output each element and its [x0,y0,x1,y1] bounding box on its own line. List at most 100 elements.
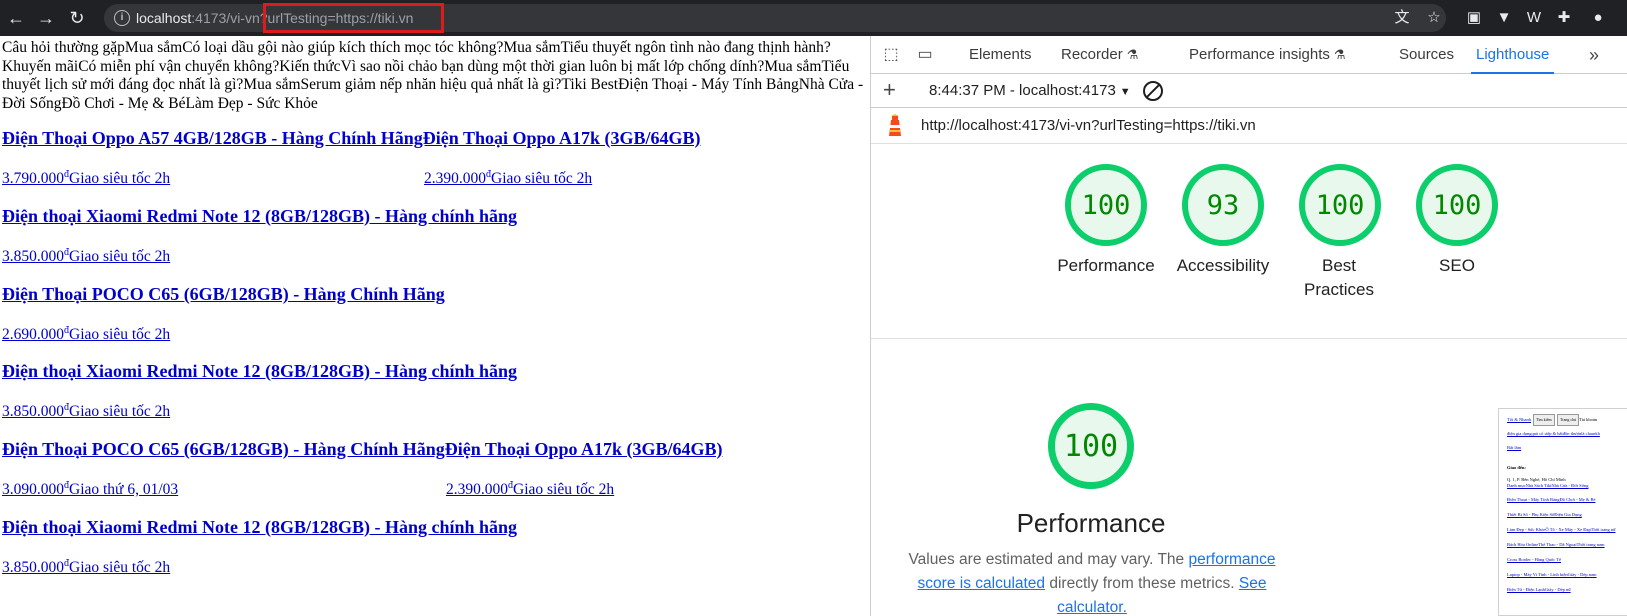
tab-recorder[interactable]: Recorder ⚗ [1061,36,1138,74]
product-title[interactable]: Điện Thoại POCO C65 (6GB/128GB) - Hàng C… [2,284,445,305]
thumb-account: Tài khoản [1579,417,1598,422]
device-toolbar-icon[interactable]: ▭ [915,45,935,65]
price-amount: 3.850.000 [2,248,64,266]
product-title[interactable]: Điện thoại Xiaomi Redmi Note 12 (8GB/128… [2,206,517,227]
perf-desc-text: directly from these metrics. [1045,575,1239,592]
performance-score-gauge[interactable]: 100 [1065,164,1147,246]
thumb-line: điện gia dụngquà cổ ướp & bấtđồn thượnlà… [1507,431,1600,436]
price-amount: 3.850.000 [2,559,64,577]
performance-description: Values are estimated and may vary. The p… [897,548,1287,616]
price-amount: 3.790.000 [2,170,64,188]
product-title[interactable]: Điện Thoại Oppo A57 4GB/128GB - Hàng Chí… [2,128,701,149]
tab-recorder-label: Recorder [1061,46,1123,63]
thumb-link: Tốt & Nhanh [1507,417,1531,422]
thumb-line: Làm Đẹp - Sức KhỏeÔ Tô - Xe Máy - Xe Đạp… [1507,527,1616,532]
experimental-flask-icon: ⚗ [1333,47,1346,62]
delivery-text: Giao siêu tốc 2h [513,481,615,499]
thumb-search-button: Tìm kiếm [1533,414,1555,426]
url-path: :4173/vi-vn [191,10,260,26]
page-content: Câu hỏi thường gặpMua sắmCó loại dầu gội… [0,36,870,616]
delivery-text: Giao siêu tốc 2h [69,248,171,266]
gauge-label: Accessibility [1176,256,1270,275]
product-price-link[interactable]: 3.850.000đGiao siêu tốc 2h [2,558,170,577]
price-amount: 2.690.000 [2,326,64,344]
inspect-element-icon[interactable]: ⬚ [881,45,901,65]
lighthouse-toolbar: + 8:44:37 PM - localhost:4173 ▼ [871,74,1627,108]
back-icon[interactable]: ← [5,7,27,29]
more-tabs-chevron-icon[interactable]: » [1589,36,1599,74]
gauge-label: SEO [1439,256,1475,275]
thumb-line: Thiết Bị Số - Phụ Kiện SốĐiện Gia Dụng [1507,512,1582,517]
extension-square-icon[interactable]: ▣ [1464,8,1484,28]
tab-performance-insights[interactable]: Performance insights ⚗ [1189,36,1346,74]
clear-reports-icon[interactable] [1143,81,1163,101]
tab-performance-insights-label: Performance insights [1189,46,1330,63]
forward-icon[interactable]: → [35,7,57,29]
price-amount: 2.390.000 [424,170,486,188]
delivery-text: Giao siêu tốc 2h [69,403,171,421]
thumb-line: Điện Tử - Điện LạnhGiày - Dép nữ [1507,587,1571,592]
thumb-line: Cross Border - Hàng Quốc Tế [1507,557,1562,562]
delivery-text: Giao siêu tốc 2h [69,170,171,188]
product-title[interactable]: Điện thoại Xiaomi Redmi Note 12 (8GB/128… [2,361,517,382]
site-info-icon[interactable]: i [114,10,130,26]
faq-category-text: Câu hỏi thường gặpMua sắmCó loại dầu gội… [2,39,864,112]
thumb-home-button: Trang chủ [1557,414,1580,426]
thumb-line: Danh mụcNhà Sách TikiNhà Cửa - Đời Sống [1507,483,1589,488]
gauge-label: Best Practices [1304,256,1374,299]
delivery-text: Giao siêu tốc 2h [491,170,593,188]
product-price-link[interactable]: 2.690.000đGiao siêu tốc 2h [2,325,170,344]
tab-elements[interactable]: Elements [969,36,1032,74]
product-price-link[interactable]: 3.850.000đGiao siêu tốc 2h [2,402,170,421]
product-title[interactable]: Điện thoại Xiaomi Redmi Note 12 (8GB/128… [2,517,517,538]
product-price-link[interactable]: 3.090.000đGiao thứ 6, 01/03 [2,480,178,499]
experimental-flask-icon: ⚗ [1126,47,1139,62]
profile-icon[interactable]: ● [1588,8,1608,28]
product-title[interactable]: Điện Thoại POCO C65 (6GB/128GB) - Hàng C… [2,439,722,460]
performance-detail-gauge: 100 [1048,403,1134,489]
accessibility-score-gauge[interactable]: 93 [1182,164,1264,246]
browser-toolbar: ← → ↻ i localhost:4173/vi-vn?urlTesting=… [0,0,1627,36]
best-practices-score-gauge[interactable]: 100 [1299,164,1381,246]
lighthouse-logo-icon [889,114,901,136]
extension-w-icon[interactable]: W [1524,8,1544,28]
url-host: localhost [136,10,192,26]
bookmark-star-icon[interactable]: ☆ [1424,8,1444,28]
performance-category-title: Performance [1016,508,1166,538]
thumb-line: Bách Hóa OnlineThể Thao - Dã NgoạiThời t… [1507,542,1605,547]
delivery-text: Giao siêu tốc 2h [69,326,171,344]
tab-lighthouse[interactable]: Lighthouse [1471,36,1555,74]
delivery-text: Giao siêu tốc 2h [69,559,171,577]
lighthouse-url-bar: http://localhost:4173/vi-vn?urlTesting=h… [871,108,1627,144]
product-price-link[interactable]: 2.390.000đGiao siêu tốc 2h [446,480,614,499]
price-amount: 3.090.000 [2,481,64,499]
audited-url: http://localhost:4173/vi-vn?urlTesting=h… [921,117,1256,134]
extension-v-icon[interactable]: ▼ [1494,8,1514,28]
thumb-line: Q. 1, P. Bến Nghé, Hồ Chí Minh [1507,477,1566,482]
devtools-tab-bar: ⬚ ▭ Elements Recorder ⚗ Performance insig… [871,36,1627,74]
section-divider [871,338,1627,339]
gauge-label: Performance [1057,256,1155,275]
price-amount: 3.850.000 [2,403,64,421]
translate-icon[interactable]: 文 [1392,8,1412,28]
seo-score-gauge[interactable]: 100 [1416,164,1498,246]
thumb-line: Điện Thoại - Máy Tính BảngĐồ Chơi - Mẹ &… [1507,497,1596,502]
reload-icon[interactable]: ↻ [66,7,88,29]
devtools-panel: ⬚ ▭ Elements Recorder ⚗ Performance insig… [870,36,1627,616]
product-price-link[interactable]: 3.790.000đGiao siêu tốc 2h [2,169,170,188]
thumb-line: Bất lâm [1507,445,1522,450]
product-price-link[interactable]: 3.850.000đGiao siêu tốc 2h [2,247,170,266]
product-price-link[interactable]: 2.390.000đGiao siêu tốc 2h [424,169,592,188]
report-selector-label: 8:44:37 PM - localhost:4173 [929,82,1116,99]
report-selector[interactable]: 8:44:37 PM - localhost:4173 ▼ [929,82,1131,99]
final-screenshot-thumbnail[interactable]: Tốt & Nhanh Tìm kiếm Trang chủ Tài khoản… [1498,408,1627,616]
perf-desc-text: Values are estimated and may vary. The [908,551,1189,568]
thumb-line: Laptop - Máy Vi Tính - Linh kiệnGiày - D… [1507,572,1597,577]
price-amount: 2.390.000 [446,481,508,499]
new-report-plus-icon[interactable]: + [883,79,896,101]
extensions-puzzle-icon[interactable]: ✚ [1554,8,1574,28]
tab-sources[interactable]: Sources [1399,36,1454,74]
url-query-highlight [263,3,444,33]
caret-down-icon: ▼ [1119,86,1131,98]
thumb-line: Giao đến: [1507,465,1526,470]
